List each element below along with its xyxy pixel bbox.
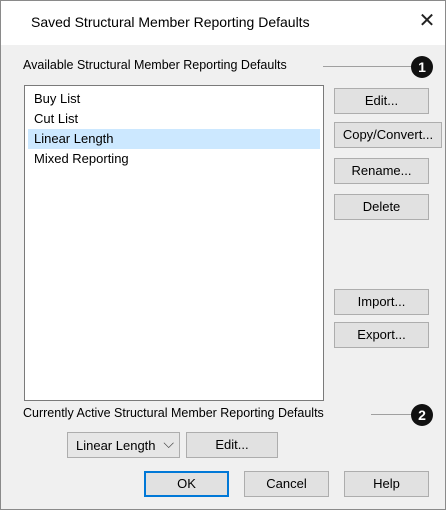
active-defaults-value: Linear Length — [76, 438, 156, 453]
dialog-window: Saved Structural Member Reporting Defaul… — [0, 0, 446, 510]
ok-button[interactable]: OK — [144, 471, 229, 497]
defaults-listbox[interactable]: Buy List Cut List Linear Length Mixed Re… — [24, 85, 324, 401]
list-item-mixed-reporting[interactable]: Mixed Reporting — [28, 149, 320, 169]
available-section-rule — [323, 66, 411, 67]
chevron-down-icon: ⌵ — [163, 435, 174, 451]
help-button[interactable]: Help — [344, 471, 429, 497]
edit-button[interactable]: Edit... — [334, 88, 429, 114]
callout-1-icon: 1 — [411, 56, 433, 78]
active-defaults-dropdown[interactable]: Linear Length ⌵ — [67, 432, 180, 458]
list-item-linear-length[interactable]: Linear Length — [28, 129, 320, 149]
copy-convert-button[interactable]: Copy/Convert... — [334, 122, 442, 148]
delete-button[interactable]: Delete — [334, 194, 429, 220]
cancel-button[interactable]: Cancel — [244, 471, 329, 497]
active-edit-button[interactable]: Edit... — [186, 432, 278, 458]
import-button[interactable]: Import... — [334, 289, 429, 315]
close-icon[interactable]: ✕ — [415, 10, 439, 34]
list-item-buy-list[interactable]: Buy List — [28, 89, 320, 109]
export-button[interactable]: Export... — [334, 322, 429, 348]
active-section-rule — [371, 414, 413, 415]
active-section-label: Currently Active Structural Member Repor… — [23, 406, 328, 420]
callout-2-icon: 2 — [411, 404, 433, 426]
rename-button[interactable]: Rename... — [334, 158, 429, 184]
list-item-cut-list[interactable]: Cut List — [28, 109, 320, 129]
title-bar: Saved Structural Member Reporting Defaul… — [1, 1, 445, 45]
dialog-title: Saved Structural Member Reporting Defaul… — [31, 14, 310, 30]
available-section-label: Available Structural Member Reporting De… — [23, 58, 291, 72]
